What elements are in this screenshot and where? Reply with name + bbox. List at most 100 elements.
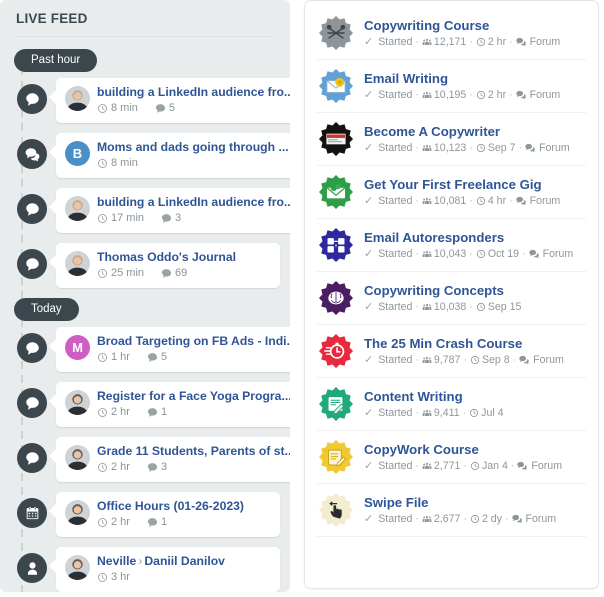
- course-row[interactable]: Copywriting Course ✓ Started · 12,171 · 2 hr · F…: [317, 7, 586, 60]
- feed-item-body: building a LinkedIn audience fro... 8 min…: [97, 85, 290, 115]
- feed-item[interactable]: building a LinkedIn audience fro... 8 min…: [10, 72, 290, 123]
- course-row[interactable]: CopyWork Course ✓ Started · 2,771 · Jan 4 · Foru…: [317, 431, 586, 484]
- feed-item-card[interactable]: building a LinkedIn audience fro... 17 mi…: [48, 188, 290, 233]
- forum-icon: [515, 37, 526, 47]
- comment-bubble-icon: [147, 407, 158, 418]
- course-forum-label[interactable]: Forum: [539, 142, 570, 155]
- people-icon: [422, 37, 432, 47]
- feed-item-title[interactable]: Office Hours (01-26-2023): [97, 499, 270, 513]
- course-forum-link[interactable]: Forum: [525, 142, 570, 155]
- feed-item[interactable]: Neville › Daniil Danilov 3 hr: [10, 541, 280, 592]
- feed-item-comment-value: 3: [160, 461, 168, 473]
- course-title[interactable]: Copywriting Concepts: [364, 283, 521, 299]
- feed-item-title[interactable]: Neville › Daniil Danilov: [97, 554, 270, 568]
- feed-item-card[interactable]: Office Hours (01-26-2023) 2 hr 1: [49, 492, 280, 537]
- feed-item[interactable]: Grade 11 Students, Parents of st... 2 hr 3: [10, 431, 290, 482]
- course-forum-label[interactable]: Forum: [526, 513, 557, 526]
- course-forum-label[interactable]: Forum: [543, 248, 574, 261]
- course-forum-label[interactable]: Forum: [533, 354, 564, 367]
- course-row[interactable]: Copywriting Concepts ✓ Started · 10,038 · Sep …: [317, 272, 586, 325]
- course-title[interactable]: CopyWork Course: [364, 442, 562, 458]
- feed-item-card[interactable]: building a LinkedIn audience fro... 8 min…: [48, 78, 290, 123]
- course-forum-link[interactable]: Forum: [511, 513, 557, 526]
- comment-bubble-icon: [155, 103, 166, 114]
- course-row[interactable]: Email Autoresponders ✓ Started · 10,043 · Oct …: [317, 219, 586, 272]
- course-row[interactable]: Swipe File ✓ Started · 2,677 · 2 dy · Forum: [317, 484, 586, 537]
- course-forum-link[interactable]: Forum: [515, 36, 561, 49]
- avatar[interactable]: [65, 445, 90, 470]
- meta-separator: ·: [509, 88, 513, 101]
- course-status: ✓ Started: [364, 513, 412, 526]
- comments-icon: [17, 139, 47, 169]
- hand-swipe-badge-icon: [319, 493, 353, 527]
- course-title[interactable]: Content Writing: [364, 389, 504, 405]
- feed-item[interactable]: B Moms and dads going through ... 8 min: [10, 127, 290, 178]
- feed-item-time-value: 1 hr: [111, 351, 130, 363]
- feed-item-title[interactable]: Thomas Oddo's Journal: [97, 250, 270, 264]
- course-forum-label[interactable]: Forum: [530, 36, 561, 49]
- avatar[interactable]: [65, 390, 90, 415]
- course-title[interactable]: The 25 Min Crash Course: [364, 336, 564, 352]
- clock-icon: [476, 90, 486, 100]
- course-row[interactable]: Email Writing ✓ Started · 10,195 · 2 hr · Forum: [317, 60, 586, 113]
- avatar[interactable]: M: [65, 335, 90, 360]
- course-forum-label[interactable]: Forum: [530, 89, 561, 102]
- check-icon: ✓: [364, 353, 374, 366]
- course-row[interactable]: Become A Copywriter ✓ Started · 10,123 · Sep 7…: [317, 113, 586, 166]
- meta-separator: ·: [415, 88, 419, 101]
- feed-item-title[interactable]: Broad Targeting on FB Ads - Indi...: [97, 334, 290, 348]
- feed-item[interactable]: building a LinkedIn audience fro... 17 mi…: [10, 182, 290, 233]
- feed-item-title[interactable]: Moms and dads going through ...: [97, 140, 289, 154]
- course-row[interactable]: The 25 Min Crash Course ✓ Started · 9,787 · Se…: [317, 325, 586, 378]
- avatar[interactable]: B: [65, 141, 90, 166]
- feed-item-target[interactable]: Daniil Danilov: [144, 554, 225, 568]
- meta-separator: ·: [415, 512, 419, 525]
- course-title[interactable]: Email Autoresponders: [364, 230, 573, 246]
- course-meta: ✓ Started · 12,171 · 2 hr · Forum: [364, 36, 560, 49]
- course-title[interactable]: Email Writing: [364, 71, 560, 87]
- avatar[interactable]: [65, 196, 90, 221]
- course-info: Get Your First Freelance Gig ✓ Started · 10,…: [364, 177, 560, 208]
- course-forum-link[interactable]: Forum: [517, 460, 562, 473]
- feed-item-card[interactable]: Neville › Daniil Danilov 3 hr: [49, 547, 280, 592]
- clock-icon: [97, 517, 108, 528]
- feed-item[interactable]: M Broad Targeting on FB Ads - Indi... 1 hr…: [10, 321, 290, 372]
- course-forum-link[interactable]: Forum: [519, 354, 564, 367]
- course-forum-label[interactable]: Forum: [530, 195, 561, 208]
- feed-item-title[interactable]: building a LinkedIn audience fro...: [97, 195, 290, 209]
- feed-item-card[interactable]: B Moms and dads going through ... 8 min: [49, 133, 290, 178]
- course-forum-link[interactable]: Forum: [528, 248, 574, 261]
- course-title[interactable]: Get Your First Freelance Gig: [364, 177, 560, 193]
- course-title[interactable]: Copywriting Course: [364, 18, 560, 34]
- feed-item-title[interactable]: building a LinkedIn audience fro...: [97, 85, 290, 99]
- feed-item-title[interactable]: Grade 11 Students, Parents of st...: [97, 444, 290, 458]
- avatar[interactable]: [65, 86, 90, 111]
- feed-item-card[interactable]: Grade 11 Students, Parents of st... 2 hr 3: [49, 437, 290, 482]
- course-row[interactable]: Get Your First Freelance Gig ✓ Started · 10,…: [317, 166, 586, 219]
- avatar[interactable]: [65, 500, 90, 525]
- feed-item[interactable]: Register for a Face Yoga Progra... 2 hr 1: [10, 376, 290, 427]
- feed-item-card[interactable]: Register for a Face Yoga Progra... 2 hr 1: [49, 382, 290, 427]
- feed-item-comment-count: 5: [155, 101, 175, 115]
- course-forum-link[interactable]: Forum: [515, 89, 561, 102]
- avatar[interactable]: [65, 251, 90, 276]
- check-icon: ✓: [364, 88, 374, 101]
- feed-item-card[interactable]: Thomas Oddo's Journal 25 min 69: [49, 243, 280, 288]
- course-title[interactable]: Become A Copywriter: [364, 124, 570, 140]
- course-forum-link[interactable]: Forum: [515, 195, 561, 208]
- feed-item-card[interactable]: M Broad Targeting on FB Ads - Indi... 1 hr…: [49, 327, 290, 372]
- feed-item-body: Office Hours (01-26-2023) 2 hr 1: [97, 499, 270, 529]
- feed-item-body: Neville › Daniil Danilov 3 hr: [97, 554, 270, 584]
- feed-item-title[interactable]: Register for a Face Yoga Progra...: [97, 389, 290, 403]
- course-row[interactable]: Content Writing ✓ Started · 9,411 · Jul 4: [317, 378, 586, 431]
- meta-separator: ·: [469, 247, 473, 260]
- feed-item-body: Moms and dads going through ... 8 min: [97, 140, 289, 170]
- feed-item-actor[interactable]: Neville: [97, 554, 136, 568]
- avatar[interactable]: [65, 555, 90, 580]
- feed-item[interactable]: Thomas Oddo's Journal 25 min 69: [10, 237, 280, 288]
- forum-icon: [511, 514, 522, 524]
- course-title[interactable]: Swipe File: [364, 495, 556, 511]
- feed-item[interactable]: Office Hours (01-26-2023) 2 hr 1: [10, 486, 280, 537]
- course-forum-label[interactable]: Forum: [531, 460, 562, 473]
- feed-item-meta: 2 hr 3: [97, 460, 290, 474]
